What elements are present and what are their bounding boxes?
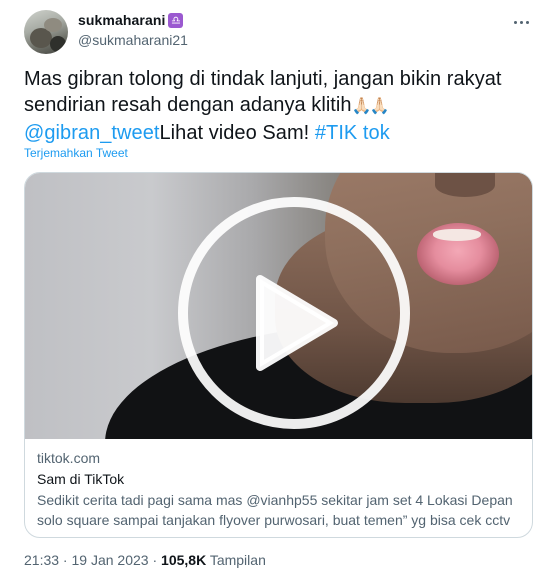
author-display-name[interactable]: sukmaharani [78,12,165,28]
card-meta: tiktok.com Sam di TikTok Sedikit cerita … [25,439,532,537]
dot [525,20,529,24]
thumbnail-shape [433,229,481,241]
translate-tweet-link[interactable]: Terjemahkan Tweet [24,146,128,160]
tweet-footer: 21:33 · 19 Jan 2023 · 105,8K Tampilan [24,552,266,568]
views-label: Tampilan [206,552,266,568]
mention-link[interactable]: @gibran_tweet [24,122,159,144]
link-card[interactable]: tiktok.com Sam di TikTok Sedikit cerita … [24,172,533,538]
views-count: 105,8K [161,552,207,568]
play-icon [256,275,338,371]
thumbnail-shape [435,173,495,197]
separator: · [148,552,162,568]
tweet: sukmaharani ♎ @sukmaharani21 Mas gibran … [0,0,543,573]
libra-badge-icon: ♎ [168,12,184,28]
tweet-date[interactable]: 19 Jan 2023 [72,552,149,568]
dot [513,20,517,24]
dot [519,20,523,24]
avatar[interactable] [24,10,68,54]
card-title: Sam di TikTok [37,471,125,487]
tweet-time[interactable]: 21:33 [24,552,59,568]
card-domain: tiktok.com [37,450,101,466]
avatar-shape [50,36,66,52]
play-button[interactable] [178,197,410,429]
hashtag-link[interactable]: #TIK tok [315,122,390,144]
praying-hands-emoji: 🙏🏻🙏🏻 [351,98,390,115]
author-handle[interactable]: @sukmaharani21 [78,32,188,48]
video-thumbnail[interactable] [25,173,532,439]
tweet-text-main: Mas gibran tolong di tindak lanjuti, jan… [24,68,502,116]
tweet-text-video: Lihat video Sam! [159,122,315,144]
card-description: Sedikit cerita tadi pagi sama mas @vianh… [37,492,513,537]
more-options-icon[interactable] [509,10,533,34]
separator: · [59,552,72,568]
tweet-text: Mas gibran tolong di tindak lanjuti, jan… [24,66,534,146]
avatar-shape [44,18,62,32]
author-name-row: sukmaharani ♎ [78,12,184,28]
